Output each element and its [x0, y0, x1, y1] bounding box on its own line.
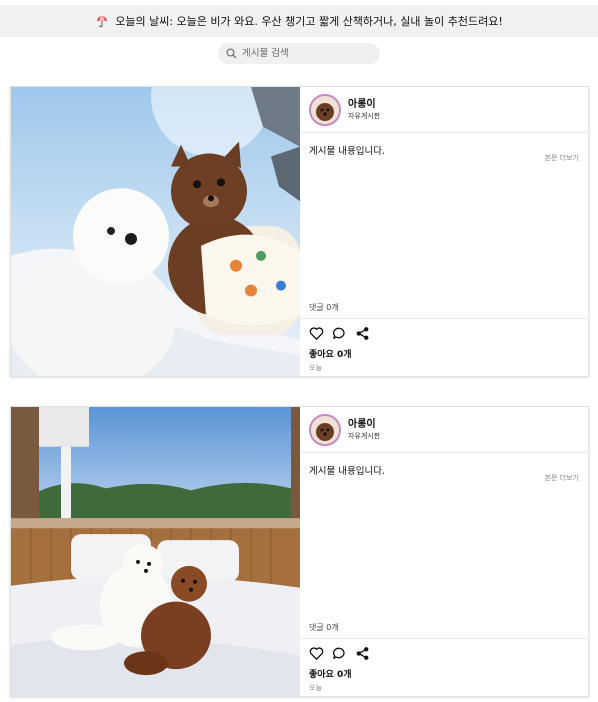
comment-count[interactable]: 댓글 0개: [309, 622, 339, 633]
weather-banner: 오늘의 날씨: 오늘은 비가 와요. 우산 챙기고 짧게 산책하거나, 실내 놀…: [0, 5, 598, 37]
author-name[interactable]: 아롱이: [348, 419, 380, 431]
share-icon[interactable]: [355, 326, 370, 341]
avatar[interactable]: [309, 93, 341, 126]
like-count: 좋아요 0개: [309, 670, 352, 680]
post-image[interactable]: [11, 87, 300, 376]
post-side: 아롱이 자유게시판 게시물 내용입니다. 본문 더보기 댓글 0개 좋아요 0개…: [300, 87, 588, 376]
post-content: 게시물 내용입니다.: [309, 146, 385, 157]
post-author[interactable]: 아롱이 자유게시판: [300, 87, 588, 133]
post-image[interactable]: [11, 407, 300, 696]
search-bar[interactable]: [218, 43, 380, 64]
post-time: 오늘: [309, 364, 322, 372]
post-author[interactable]: 아롱이 자유게시판: [300, 407, 588, 453]
heart-icon[interactable]: [309, 646, 324, 661]
post-card: 아롱이 자유게시판 게시물 내용입니다. 본문 더보기 댓글 0개 좋아요 0개…: [10, 86, 589, 377]
like-count: 좋아요 0개: [309, 350, 352, 360]
post-actions: 좋아요 0개 오늘: [300, 318, 588, 378]
post-card: 아롱이 자유게시판 게시물 내용입니다. 본문 더보기 댓글 0개 좋아요 0개…: [10, 406, 589, 697]
board-name: 자유게시판: [348, 111, 381, 120]
read-more-link[interactable]: 본문 더보기: [300, 473, 588, 483]
post-side: 아롱이 자유게시판 게시물 내용입니다. 본문 더보기 댓글 0개 좋아요 0개…: [300, 407, 588, 696]
umbrella-icon: [95, 14, 109, 28]
comment-icon[interactable]: [332, 646, 347, 661]
search-icon: [226, 44, 237, 63]
avatar[interactable]: [309, 413, 341, 446]
comment-icon[interactable]: [332, 326, 347, 341]
author-name[interactable]: 아롱이: [348, 99, 380, 111]
post-content: 게시물 내용입니다.: [309, 466, 385, 477]
search-input[interactable]: [242, 48, 372, 59]
comment-count[interactable]: 댓글 0개: [309, 302, 339, 313]
heart-icon[interactable]: [309, 326, 324, 341]
post-actions: 좋아요 0개 오늘: [300, 638, 588, 698]
post-time: 오늘: [309, 684, 322, 692]
read-more-link[interactable]: 본문 더보기: [300, 153, 588, 163]
share-icon[interactable]: [355, 646, 370, 661]
weather-text: 오늘의 날씨: 오늘은 비가 와요. 우산 챙기고 짧게 산책하거나, 실내 놀…: [115, 15, 503, 28]
board-name: 자유게시판: [348, 431, 381, 440]
